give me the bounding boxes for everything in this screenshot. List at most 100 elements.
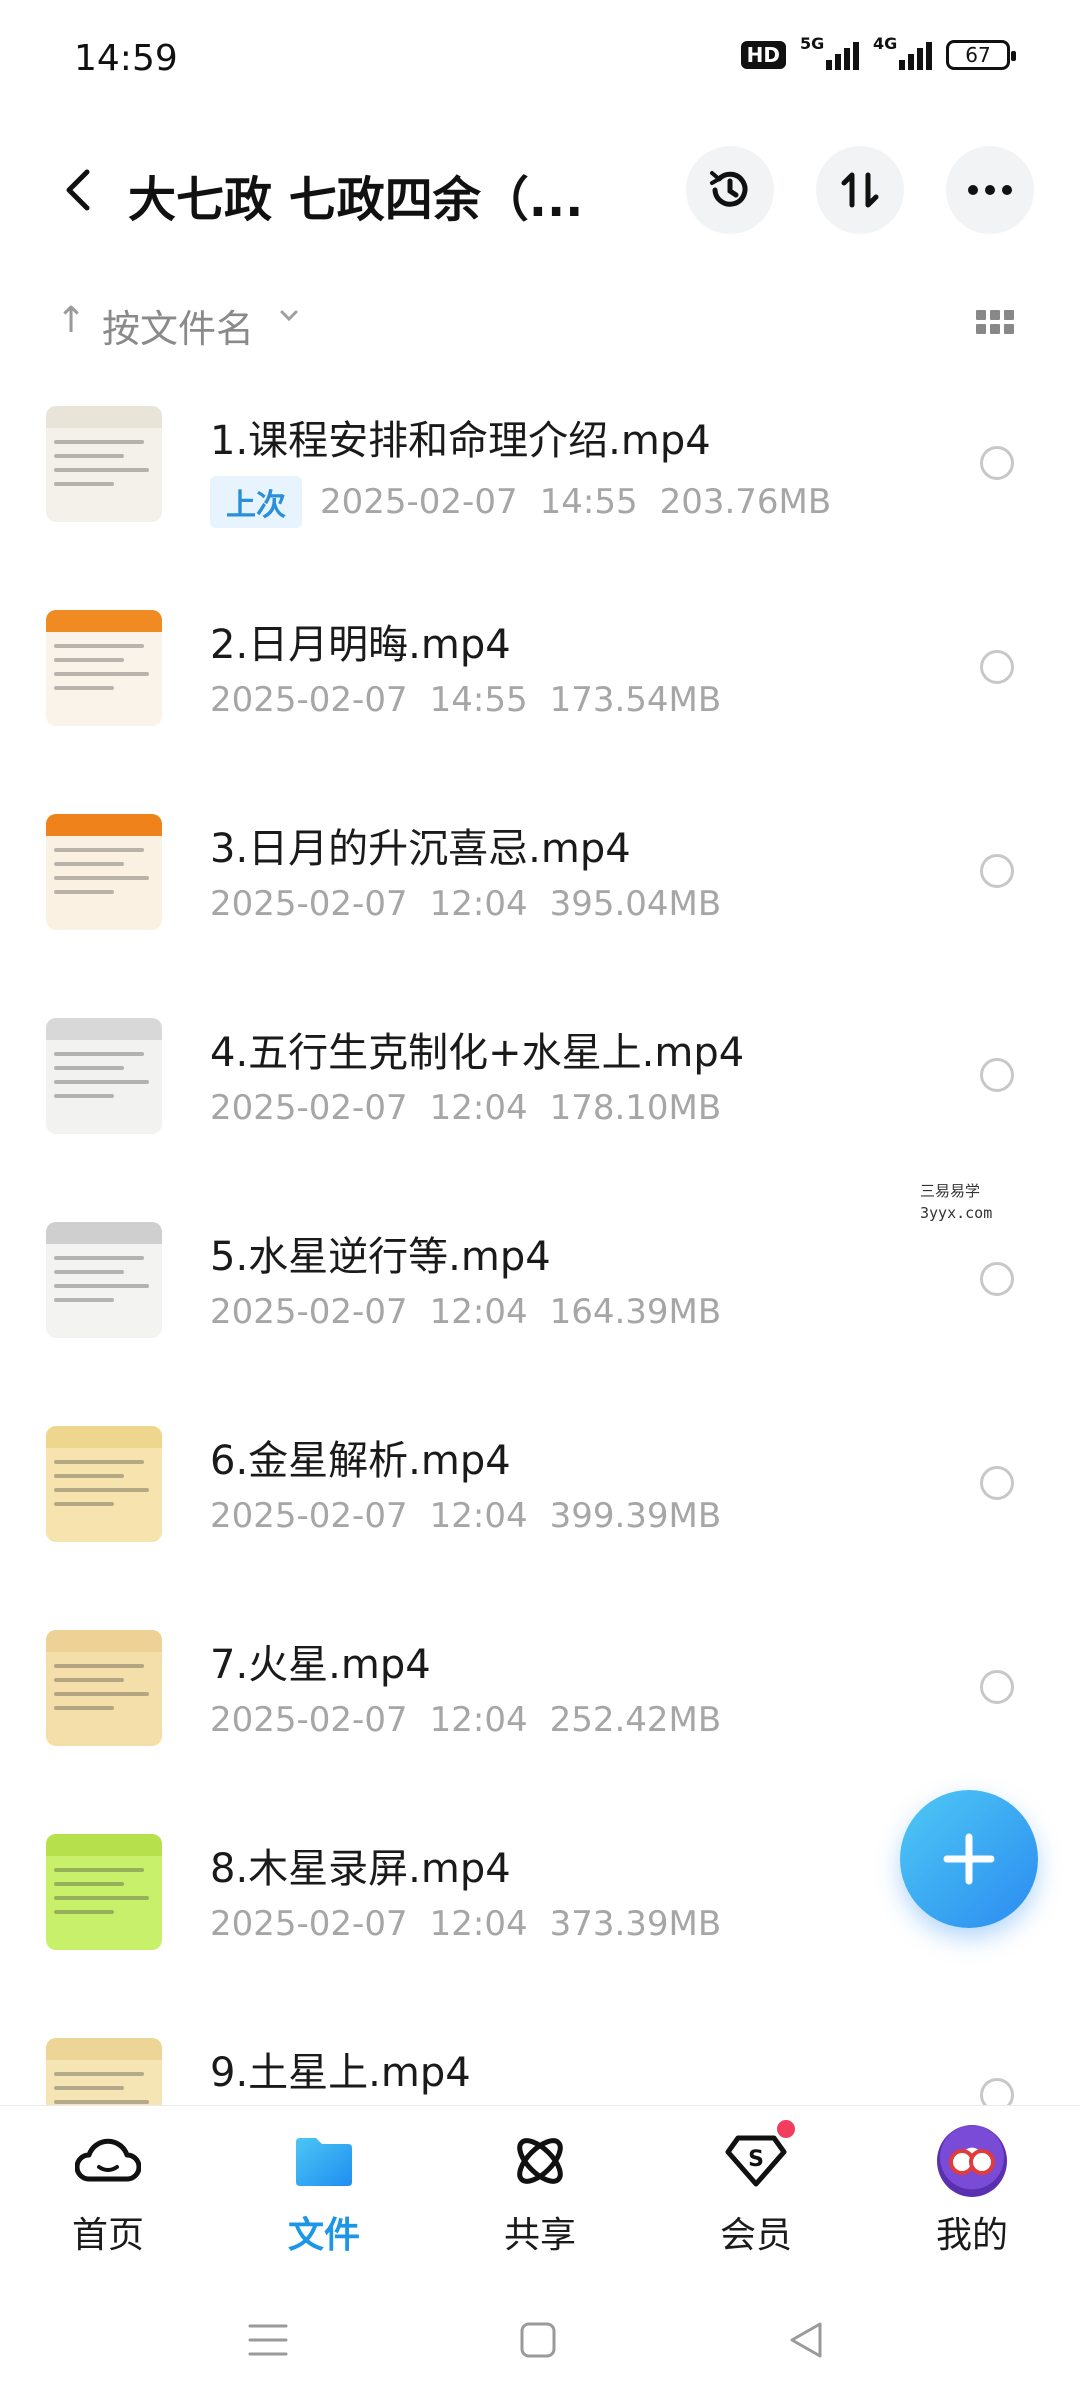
select-checkbox[interactable] — [980, 1058, 1014, 1092]
file-date: 2025-02-07 — [210, 1496, 408, 1536]
file-date: 2025-02-07 — [210, 884, 408, 924]
file-date: 2025-02-07 — [320, 482, 518, 522]
video-thumbnail — [46, 814, 162, 930]
file-size: 252.42MB — [549, 1700, 722, 1740]
cloud-icon — [73, 2126, 143, 2196]
add-fab-button[interactable] — [900, 1790, 1038, 1928]
sort-up-arrow-icon[interactable]: ↑ — [56, 300, 86, 341]
select-checkbox[interactable] — [980, 446, 1014, 480]
tab-share[interactable]: 共享 — [460, 2126, 620, 2266]
grid-view-icon[interactable] — [976, 310, 1014, 334]
notification-dot — [777, 2120, 795, 2138]
signal-4g-label: 4G — [873, 34, 898, 53]
plus-icon — [943, 1833, 995, 1885]
battery-level: 67 — [965, 43, 991, 67]
list-item[interactable]: 2.日月明晦.mp4 2025-02-07 14:55 173.54MB — [0, 584, 1080, 788]
recent-apps-button[interactable] — [238, 2310, 298, 2370]
home-button[interactable] — [508, 2310, 568, 2370]
file-meta: 2025-02-07 12:04 164.39MB — [210, 1292, 721, 1332]
file-size: 173.54MB — [549, 680, 722, 720]
svg-text:S: S — [748, 2147, 764, 2172]
tab-label: 共享 — [503, 2215, 576, 2256]
file-name: 1.课程安排和命理介绍.mp4 — [210, 418, 711, 464]
folder-title: 大七政 七政四余（... — [128, 172, 584, 228]
folder-icon — [289, 2126, 359, 2196]
file-name: 8.木星录屏.mp4 — [210, 1846, 511, 1892]
file-time: 12:04 — [429, 1496, 528, 1536]
file-date: 2025-02-07 — [210, 680, 408, 720]
share-orbit-icon — [505, 2126, 575, 2196]
file-date: 2025-02-07 — [210, 1700, 408, 1740]
status-bar: 14:59 HD 5G 4G 67 — [0, 0, 1080, 120]
file-time: 12:04 — [429, 1292, 528, 1332]
list-item[interactable]: 6.金星解析.mp4 2025-02-07 12:04 399.39MB — [0, 1400, 1080, 1604]
video-thumbnail — [46, 610, 162, 726]
file-meta: 上次 2025-02-07 14:55 203.76MB — [210, 476, 831, 528]
file-time: 14:55 — [429, 680, 528, 720]
video-thumbnail — [46, 406, 162, 522]
video-thumbnail — [46, 1018, 162, 1134]
file-name: 3.日月的升沉喜忌.mp4 — [210, 826, 631, 872]
select-checkbox[interactable] — [980, 1466, 1014, 1500]
file-date: 2025-02-07 — [210, 1292, 408, 1332]
triangle-back-icon — [790, 2322, 822, 2358]
file-name: 4.五行生克制化+水星上.mp4 — [210, 1030, 745, 1076]
video-thumbnail — [46, 1426, 162, 1542]
status-icons: HD 5G 4G 67 — [740, 34, 1016, 70]
file-size: 399.39MB — [549, 1496, 722, 1536]
tab-vip[interactable]: S 会员 — [676, 2120, 836, 2266]
file-date: 2025-02-07 — [210, 1088, 408, 1128]
select-checkbox[interactable] — [980, 2078, 1014, 2105]
select-checkbox[interactable] — [980, 1670, 1014, 1704]
tab-label: 首页 — [71, 2215, 144, 2256]
list-item[interactable]: 4.五行生克制化+水星上.mp4 2025-02-07 12:04 178.10… — [0, 992, 1080, 1196]
file-size: 395.04MB — [549, 884, 722, 924]
chevron-down-icon[interactable] — [278, 304, 300, 326]
system-nav-bar — [0, 2280, 1080, 2400]
signal-5g-label: 5G — [800, 34, 825, 53]
vip-s-icon: S — [721, 2120, 795, 2196]
tab-mine[interactable]: 我的 — [892, 2125, 1052, 2266]
tab-home[interactable]: 首页 — [28, 2126, 188, 2266]
watermark-line-2: 3yyx.com — [920, 1204, 993, 1222]
avatar — [937, 2125, 1007, 2197]
more-button[interactable] — [946, 146, 1034, 234]
history-button[interactable] — [686, 146, 774, 234]
tab-label: 文件 — [287, 2215, 360, 2256]
file-time: 12:04 — [429, 884, 528, 924]
select-checkbox[interactable] — [980, 854, 1014, 888]
last-played-badge: 上次 — [210, 476, 302, 528]
file-name: 9.土星上.mp4 — [210, 2050, 471, 2096]
file-name: 6.金星解析.mp4 — [210, 1438, 511, 1484]
file-name: 7.火星.mp4 — [210, 1642, 431, 1688]
video-thumbnail — [46, 1222, 162, 1338]
sort-order-button[interactable] — [816, 146, 904, 234]
hd-voice-icon: HD — [740, 41, 786, 69]
back-nav-button[interactable] — [776, 2310, 836, 2370]
file-meta: 2025-02-07 12:04 399.39MB — [210, 1496, 721, 1536]
sort-bar: ↑ 按文件名 — [0, 290, 1080, 360]
list-item[interactable]: 9.土星上.mp4 — [0, 2012, 1080, 2105]
file-name: 2.日月明晦.mp4 — [210, 622, 511, 668]
back-button[interactable] — [48, 160, 108, 220]
list-item[interactable]: 5.水星逆行等.mp4 2025-02-07 12:04 164.39MB — [0, 1196, 1080, 1400]
file-name: 5.水星逆行等.mp4 — [210, 1234, 551, 1280]
file-meta: 2025-02-07 12:04 395.04MB — [210, 884, 721, 924]
video-thumbnail — [46, 2038, 162, 2105]
select-checkbox[interactable] — [980, 1262, 1014, 1296]
list-item[interactable]: 3.日月的升沉喜忌.mp4 2025-02-07 12:04 395.04MB — [0, 788, 1080, 992]
tab-files[interactable]: 文件 — [244, 2126, 404, 2266]
select-checkbox[interactable] — [980, 650, 1014, 684]
square-home-icon — [520, 2322, 556, 2358]
file-size: 373.39MB — [549, 1904, 722, 1944]
file-date: 2025-02-07 — [210, 1904, 408, 1944]
video-thumbnail — [46, 1834, 162, 1950]
avatar-icon — [937, 2125, 1007, 2197]
sort-by-name-dropdown[interactable]: 按文件名 — [102, 298, 254, 353]
list-item[interactable]: 7.火星.mp4 2025-02-07 12:04 252.42MB — [0, 1604, 1080, 1808]
back-arrow-icon — [66, 169, 90, 211]
file-meta: 2025-02-07 12:04 373.39MB — [210, 1904, 721, 1944]
menu-lines-icon — [248, 2324, 288, 2356]
list-item[interactable]: 1.课程安排和命理介绍.mp4 上次 2025-02-07 14:55 203.… — [0, 380, 1080, 584]
file-time: 14:55 — [539, 482, 638, 522]
